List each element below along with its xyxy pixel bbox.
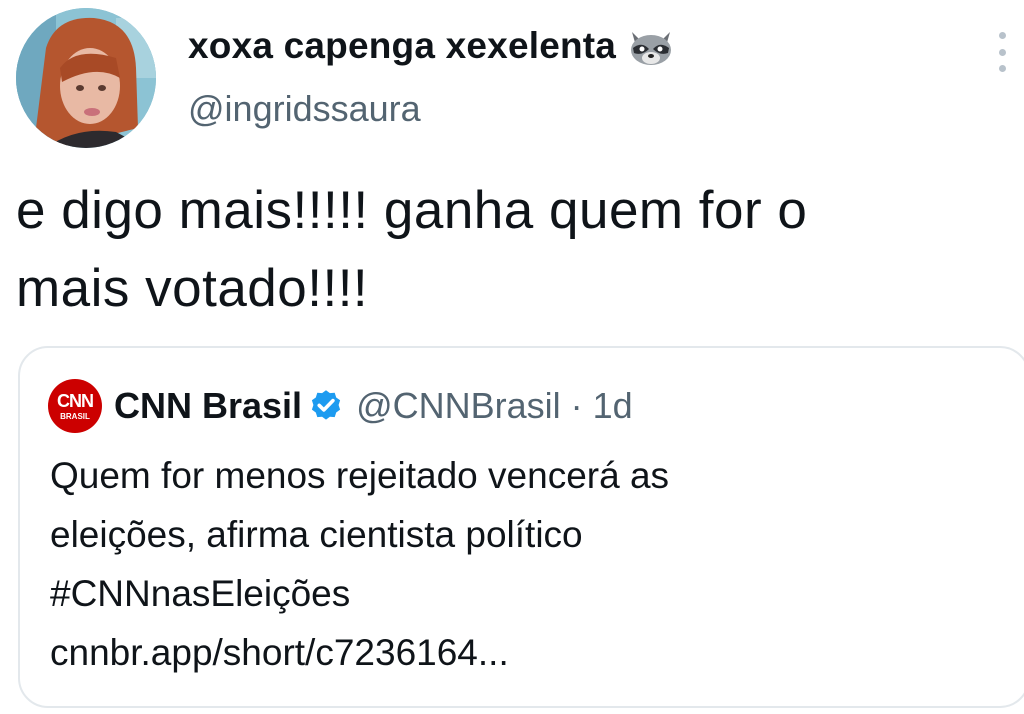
- avatar-image: [16, 8, 156, 148]
- verified-badge-icon: [311, 390, 341, 420]
- quoted-tweet-body: Quem for menos rejeitado vencerá as elei…: [50, 446, 990, 682]
- quoted-tweet-header: CNN BRASIL CNN Brasil @CNNBrasil · 1d: [48, 378, 633, 434]
- user-handle[interactable]: @ingridssaura: [188, 88, 964, 130]
- more-dot: [998, 32, 1006, 39]
- user-avatar[interactable]: [16, 8, 156, 148]
- more-dot: [998, 48, 1006, 56]
- more-options-icon[interactable]: [994, 32, 1010, 72]
- tweet-text-line: mais votado!!!!: [16, 259, 369, 318]
- display-name[interactable]: xoxa capenga xexelenta: [188, 25, 616, 67]
- quoted-hashtag[interactable]: #CNNnasEleições: [50, 564, 990, 623]
- tweet-text-line: e digo mais!!!!! ganha quem for o: [16, 181, 808, 240]
- quoted-timestamp[interactable]: 1d: [593, 385, 633, 427]
- cnn-logo-text: CNN: [57, 391, 94, 411]
- tweet-header: xoxa capenga xexelenta @ingridssaura: [188, 20, 964, 130]
- quoted-link[interactable]: cnnbr.app/short/c7236164...: [50, 623, 990, 682]
- quoted-text-line: Quem for menos rejeitado vencerá as: [50, 455, 670, 496]
- cnn-logo-subtext: BRASIL: [60, 412, 90, 421]
- tweet-text: e digo mais!!!!! ganha quem for o mais v…: [16, 172, 1006, 328]
- quoted-tweet[interactable]: CNN BRASIL CNN Brasil @CNNBrasil · 1d Qu…: [18, 346, 1024, 708]
- separator-dot: ·: [570, 385, 583, 426]
- quoted-display-name[interactable]: CNN Brasil: [114, 385, 302, 427]
- display-name-row: xoxa capenga xexelenta: [188, 20, 964, 72]
- tweet: xoxa capenga xexelenta @ingridssaura e d…: [0, 0, 1024, 714]
- more-dot: [998, 65, 1006, 72]
- quoted-handle[interactable]: @CNNBrasil: [356, 385, 561, 427]
- cnn-logo-avatar[interactable]: CNN BRASIL: [48, 379, 102, 433]
- raccoon-icon: [628, 26, 674, 66]
- quoted-text-line: eleições, afirma cientista político: [50, 514, 583, 555]
